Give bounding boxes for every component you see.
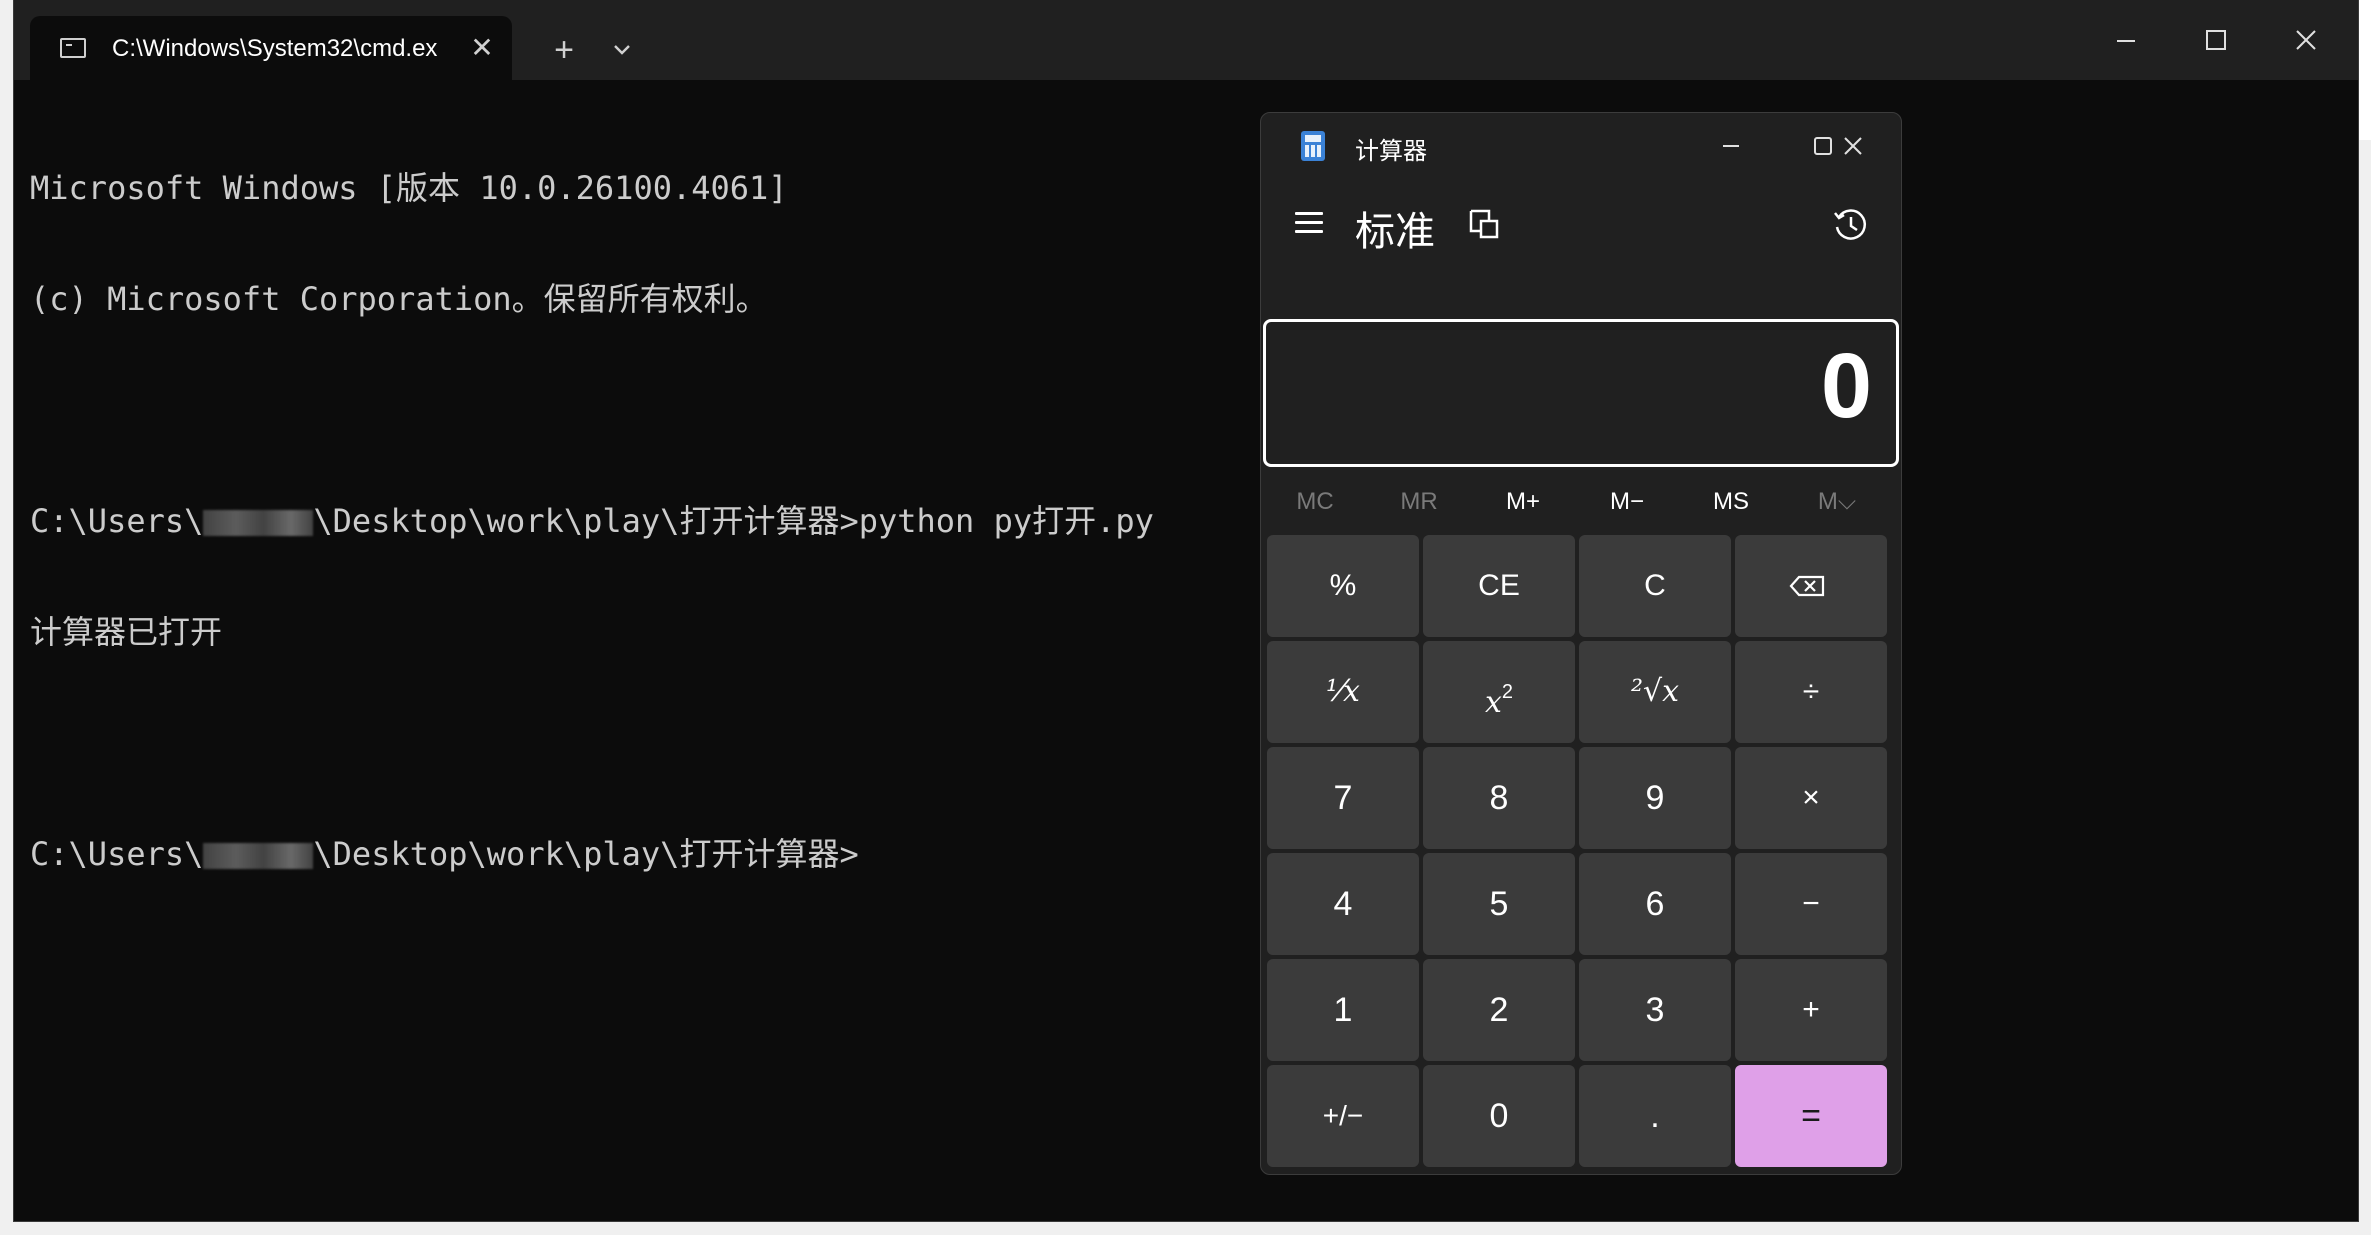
square-exponent-label: 2 (1501, 681, 1514, 703)
clear-entry-button[interactable]: CE (1423, 535, 1575, 637)
close-icon (2296, 30, 2316, 50)
memory-subtract-button[interactable]: M− (1575, 477, 1679, 527)
memory-row: MC MR M+ M− MS M⌵ (1261, 477, 1901, 527)
new-tab-button[interactable]: + (534, 28, 594, 72)
minimize-icon (2117, 40, 2135, 42)
hamburger-menu-icon[interactable] (1287, 201, 1331, 245)
digit-9-button[interactable]: 9 (1579, 747, 1731, 849)
terminal-path-prefix: C:\Users\ (30, 835, 204, 873)
redacted-username (203, 843, 314, 869)
calculator-mode-title: 标准 (1355, 210, 1435, 254)
square-button[interactable]: x2 (1423, 641, 1575, 743)
redacted-username (203, 510, 314, 536)
terminal-prompt: \Desktop\work\play\打开计算器> (313, 835, 859, 873)
digit-8-button[interactable]: 8 (1423, 747, 1575, 849)
digit-3-button[interactable]: 3 (1579, 959, 1731, 1061)
backspace-button[interactable] (1735, 535, 1887, 637)
reciprocal-label: ⅟x (1326, 674, 1360, 709)
calculator-app-icon (1301, 131, 1325, 161)
decimal-button[interactable]: . (1579, 1065, 1731, 1167)
keypad: % CE C ⅟x x2 ²√x ÷ 7 8 9 × 4 5 6 − 1 2 3… (1267, 535, 1899, 1171)
digit-5-button[interactable]: 5 (1423, 853, 1575, 955)
reciprocal-button[interactable]: ⅟x (1267, 641, 1419, 743)
digit-7-button[interactable]: 7 (1267, 747, 1419, 849)
memory-store-button[interactable]: MS (1679, 477, 1783, 527)
terminal-path-prefix: C:\Users\ (30, 502, 204, 540)
digit-1-button[interactable]: 1 (1267, 959, 1419, 1061)
divide-button[interactable]: ÷ (1735, 641, 1887, 743)
maximize-icon (2206, 30, 2226, 50)
digit-2-button[interactable]: 2 (1423, 959, 1575, 1061)
desktop-right-strip (2359, 0, 2371, 140)
minimize-icon (1723, 145, 1739, 147)
tab-close-icon[interactable]: ✕ (462, 28, 502, 68)
memory-add-button[interactable]: M+ (1471, 477, 1575, 527)
square-root-button[interactable]: ²√x (1579, 641, 1731, 743)
terminal-command: \Desktop\work\play\打开计算器>python py打开.py (313, 502, 1154, 540)
keep-on-top-icon[interactable] (1467, 207, 1503, 243)
backspace-icon (1789, 575, 1825, 597)
cmd-icon (60, 38, 86, 58)
terminal-output[interactable]: Microsoft Windows [版本 10.0.26100.4061] (… (30, 96, 1240, 947)
digit-6-button[interactable]: 6 (1579, 853, 1731, 955)
memory-clear-button[interactable]: MC (1263, 477, 1367, 527)
digit-0-button[interactable]: 0 (1423, 1065, 1575, 1167)
terminal-tab[interactable]: C:\Windows\System32\cmd.ex ✕ (30, 16, 512, 80)
display-value: 0 (1820, 335, 1872, 437)
clear-button[interactable]: C (1579, 535, 1731, 637)
terminal-close-button[interactable] (2266, 10, 2346, 70)
calculator-minimize-button[interactable] (1691, 121, 1771, 171)
terminal-maximize-button[interactable] (2176, 10, 2256, 70)
terminal-line: C:\Users\ \Desktop\work\play\打开计算器>python… (30, 503, 1240, 540)
square-root-label: ²√x (1630, 674, 1680, 709)
calculator-display: 0 (1263, 319, 1899, 467)
add-button[interactable]: + (1735, 959, 1887, 1061)
equals-button[interactable]: = (1735, 1065, 1887, 1167)
calculator-title: 计算器 (1355, 138, 1427, 165)
digit-4-button[interactable]: 4 (1267, 853, 1419, 955)
terminal-tab-title: C:\Windows\System32\cmd.ex (112, 35, 438, 62)
multiply-button[interactable]: × (1735, 747, 1887, 849)
subtract-button[interactable]: − (1735, 853, 1887, 955)
chevron-down-icon (614, 45, 630, 55)
terminal-titlebar[interactable]: C:\Windows\System32\cmd.ex ✕ + (14, 0, 2358, 80)
terminal-line: 计算器已打开 (30, 613, 223, 651)
negate-button[interactable]: +/− (1267, 1065, 1419, 1167)
calculator-close-button[interactable] (1813, 121, 1893, 171)
memory-list-button[interactable]: M⌵ (1785, 477, 1889, 527)
tab-dropdown-button[interactable] (598, 28, 646, 72)
close-icon (1844, 137, 1862, 155)
terminal-line: Microsoft Windows [版本 10.0.26100.4061] (30, 169, 788, 207)
memory-recall-button[interactable]: MR (1367, 477, 1471, 527)
terminal-window[interactable]: C:\Windows\System32\cmd.ex ✕ + Microsoft… (13, 0, 2359, 1222)
history-icon[interactable] (1831, 205, 1871, 245)
terminal-prompt-line: C:\Users\ \Desktop\work\play\打开计算器> (30, 836, 1240, 873)
square-base-label: x (1484, 685, 1502, 720)
terminal-minimize-button[interactable] (2086, 10, 2166, 70)
percent-button[interactable]: % (1267, 535, 1419, 637)
terminal-line: (c) Microsoft Corporation。保留所有权利。 (30, 280, 768, 318)
calculator-window[interactable]: 计算器 标准 0 MC MR M+ M− MS M⌵ % CE C ⅟x x2 … (1260, 112, 1902, 1175)
